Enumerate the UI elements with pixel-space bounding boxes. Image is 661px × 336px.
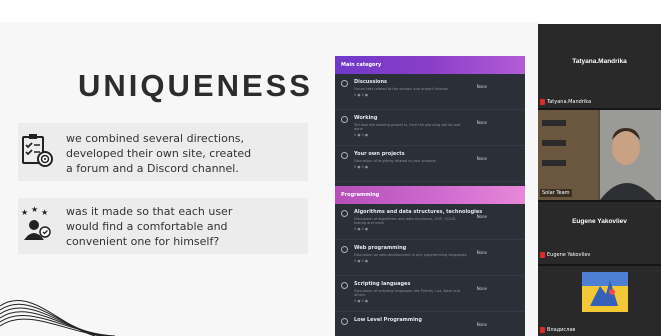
- forum-post: Your own projects Discussion of anything…: [335, 146, 525, 182]
- post-title: Low Level Programming: [354, 317, 422, 323]
- participant-tile[interactable]: Eugene Yakovliev Eugene Yakovliev: [538, 202, 661, 264]
- checklist-icon: [20, 133, 56, 169]
- forum-post: Discussions Forum text related to the do…: [335, 74, 525, 110]
- svg-text:★: ★: [21, 208, 28, 217]
- mic-muted-icon: [540, 327, 545, 333]
- forum-screenshot: Main category Discussions Forum text rel…: [335, 56, 525, 336]
- point-2-text: was it made so that each user would find…: [66, 204, 232, 249]
- participant-name: Tatyana.Mandrika: [572, 58, 627, 65]
- forum-post: Scripting languages Discussion of script…: [335, 276, 525, 312]
- text-line: we combined several directions,: [66, 132, 245, 145]
- slide-headline: UNIQUENESS: [78, 68, 313, 103]
- participant-tag: Tatyana.Mandrika: [540, 99, 591, 105]
- participant-tag: Solar Team: [540, 189, 572, 197]
- post-desc: Discussion of anything related to your p…: [354, 159, 436, 163]
- post-state: None: [476, 286, 487, 291]
- text-line: was it made so that each user: [66, 205, 233, 218]
- decorative-wave: [0, 300, 116, 336]
- chat-bubble-icon: [341, 152, 348, 159]
- forum-post: Working Tell how the working project is,…: [335, 110, 525, 146]
- post-desc: Discussion of algorithms and data struct…: [354, 217, 457, 225]
- post-desc: Discussion of scripting languages like P…: [354, 289, 460, 297]
- chat-bubble-icon: [341, 210, 348, 217]
- chat-bubble-icon: [341, 80, 348, 87]
- mic-muted-icon: [540, 99, 545, 105]
- chat-bubble-icon: [341, 282, 348, 289]
- webcam-video: [538, 110, 661, 200]
- forum-section-header: Main category: [335, 56, 525, 74]
- svg-text:★: ★: [41, 208, 48, 217]
- svg-text:★: ★: [31, 206, 38, 214]
- point-1: we combined several directions, develope…: [18, 123, 308, 181]
- participant-tile[interactable]: Владислав: [538, 266, 661, 336]
- participant-tag-label: Solar Team: [542, 190, 570, 196]
- point-2: ★ ★ ★ was it made so that each user woul…: [18, 198, 308, 254]
- forum-section-header: Programming: [335, 186, 525, 204]
- post-state: None: [476, 84, 487, 89]
- forum-post: Low Level Programming None: [335, 312, 525, 336]
- post-stats: 0 ● 0 ●: [354, 93, 368, 97]
- post-state: None: [476, 120, 487, 125]
- post-desc: Discussion on web development in any pro…: [354, 253, 467, 257]
- participant-avatar: [582, 272, 628, 312]
- post-state: None: [476, 214, 487, 219]
- post-stats: 0 ● 0 ●: [354, 259, 368, 263]
- post-title: Discussions: [354, 79, 388, 85]
- post-title: Working: [354, 115, 378, 121]
- presentation-slide: UNIQUENESS we combined several direction…: [0, 0, 540, 336]
- mic-muted-icon: [540, 252, 545, 258]
- post-state: None: [476, 156, 487, 161]
- post-stats: 0 ● 0 ●: [354, 299, 368, 303]
- chat-bubble-icon: [341, 318, 348, 325]
- post-title: Web programming: [354, 245, 407, 251]
- text-line: would find a comfortable and: [66, 220, 228, 233]
- post-stats: 0 ● 0 ●: [354, 133, 368, 137]
- point-1-text: we combined several directions, develope…: [66, 131, 251, 176]
- participant-video-tile[interactable]: Solar Team: [538, 110, 661, 200]
- post-title: Algorithms and data structures, technolo…: [354, 209, 483, 215]
- participant-tag: Владислав: [540, 327, 575, 333]
- participant-tag-label: Владислав: [547, 327, 576, 333]
- post-stats: 0 ● 0 ●: [354, 227, 368, 231]
- post-desc: Tell how the working project is, here th…: [354, 123, 461, 131]
- post-title: Your own projects: [354, 151, 405, 157]
- chat-bubble-icon: [341, 116, 348, 123]
- text-line: developed their own site, created: [66, 147, 252, 160]
- text-line: convenient one for himself?: [66, 235, 220, 248]
- section-title: Main category: [341, 62, 382, 68]
- text-line: a forum and a Discord channel.: [66, 162, 239, 175]
- meeting-screen: UNIQUENESS we combined several direction…: [0, 0, 661, 336]
- post-title: Scripting languages: [354, 281, 411, 287]
- chat-bubble-icon: [341, 246, 348, 253]
- section-title: Programming: [341, 192, 380, 198]
- participant-tag-label: Eugene Yakovliev: [547, 252, 591, 258]
- participant-tag: Eugene Yakovliev: [540, 252, 590, 258]
- forum-post: Web programming Discussion on web develo…: [335, 240, 525, 276]
- post-stats: 0 ● 0 ●: [354, 165, 368, 169]
- post-state: None: [476, 250, 487, 255]
- participant-tile[interactable]: Tatyana.Mandrika Tatyana.Mandrika: [538, 24, 661, 108]
- participant-name: Eugene Yakovliev: [572, 218, 627, 225]
- participants-panel: Tatyana.Mandrika Tatyana.Mandrika Solar …: [538, 24, 661, 336]
- post-desc: Forum text related to the domain and pro…: [354, 87, 448, 91]
- participant-tag-label: Tatyana.Mandrika: [547, 99, 592, 105]
- users-stars-icon: ★ ★ ★: [20, 205, 56, 242]
- post-state: None: [476, 322, 487, 327]
- slide-top-band: [0, 0, 540, 22]
- forum-post: Algorithms and data structures, technolo…: [335, 204, 525, 240]
